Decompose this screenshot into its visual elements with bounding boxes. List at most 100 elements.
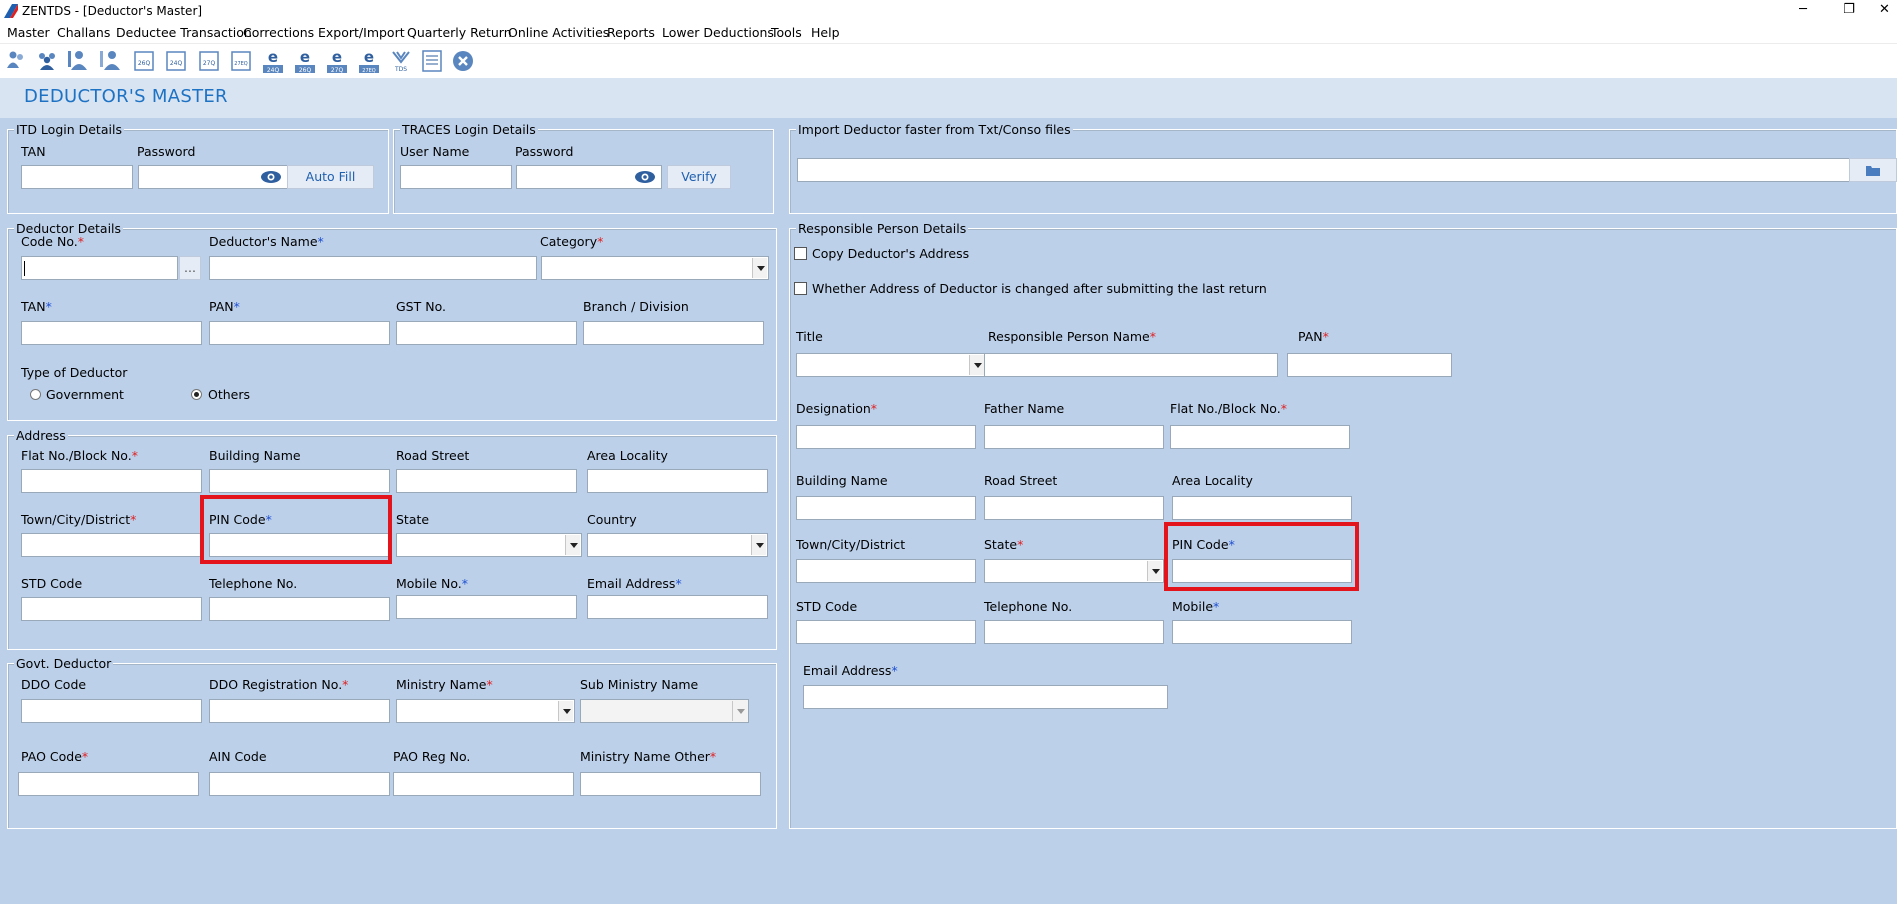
resp-email-input[interactable] [803, 685, 1168, 709]
chevron-down-icon [558, 701, 573, 721]
building-name-input[interactable] [209, 469, 390, 493]
show-password-eye-icon[interactable] [260, 170, 282, 184]
email-address-label: Email Address* [587, 576, 682, 591]
town-city-input[interactable] [21, 533, 202, 557]
close-window-button[interactable]: ✕ [1872, 0, 1897, 22]
import-deductor-group: Import Deductor faster from Txt/Conso fi… [789, 122, 1897, 214]
ddo-code-input[interactable] [21, 699, 202, 723]
users-group-icon[interactable] [35, 48, 59, 74]
e-24q-icon[interactable]: e24Q [261, 48, 285, 74]
minimize-button[interactable]: ─ [1780, 0, 1826, 22]
others-radio[interactable] [191, 389, 202, 400]
code-lookup-button[interactable]: ... [179, 256, 201, 280]
person-add-icon[interactable] [67, 48, 91, 74]
menu-tools[interactable]: Tools [771, 25, 802, 40]
government-radio[interactable] [30, 389, 41, 400]
copy-address-label: Copy Deductor's Address [812, 246, 970, 261]
father-name-input[interactable] [984, 425, 1164, 449]
country-select[interactable] [587, 533, 768, 557]
close-circle-icon[interactable] [451, 48, 475, 74]
resp-area-locality-input[interactable] [1172, 496, 1352, 520]
e-26q-icon[interactable]: e26Q [293, 48, 317, 74]
e-27eq-icon[interactable]: e 27EQ [357, 48, 381, 74]
menu-export-import[interactable]: Export/Import [318, 25, 405, 40]
menu-lower-deductions[interactable]: Lower Deductions [662, 25, 774, 40]
restore-button[interactable]: ❐ [1826, 0, 1872, 22]
ministry-name-select[interactable] [396, 699, 575, 723]
ddo-code-label: DDO Code [21, 677, 87, 692]
menu-master[interactable]: Master [7, 25, 50, 40]
area-locality-input[interactable] [587, 469, 768, 493]
code-no-input[interactable] [21, 256, 178, 280]
menu-corrections[interactable]: Corrections [243, 25, 314, 40]
form-24q-label: 24Q [170, 60, 183, 67]
road-street-input[interactable] [396, 469, 577, 493]
resp-mobile-input[interactable] [1172, 620, 1352, 644]
show-traces-password-eye-icon[interactable] [634, 170, 656, 184]
resp-telephone-label: Telephone No. [984, 599, 1073, 614]
resp-telephone-input[interactable] [984, 620, 1164, 644]
email-address-input[interactable] [587, 595, 768, 619]
deductor-name-input[interactable] [209, 256, 537, 280]
chevron-down-icon [751, 535, 766, 555]
browse-file-button[interactable] [1849, 158, 1897, 182]
ain-code-input[interactable] [209, 772, 390, 796]
form-24q-icon[interactable]: 24Q [164, 48, 188, 74]
resp-std-code-input[interactable] [796, 620, 976, 644]
deductor-pan-input[interactable] [209, 321, 390, 345]
address-changed-checkbox[interactable] [794, 282, 807, 295]
ddo-registration-input[interactable] [209, 699, 390, 723]
responsible-name-input[interactable] [984, 353, 1278, 377]
gst-label: GST No. [396, 299, 446, 314]
std-code-input[interactable] [21, 597, 202, 621]
traces-username-input[interactable] [400, 165, 512, 189]
code-no-label: Code No.* [21, 234, 84, 249]
resp-pin-code-highlight-box [1164, 522, 1359, 591]
category-select[interactable] [541, 256, 769, 280]
copy-address-checkbox[interactable] [794, 247, 807, 260]
resp-building-name-input[interactable] [796, 496, 976, 520]
designation-input[interactable] [796, 425, 976, 449]
itd-tan-input[interactable] [21, 165, 133, 189]
itd-tan-label: TAN [21, 144, 46, 159]
menu-challans[interactable]: Challans [57, 25, 110, 40]
resp-road-street-input[interactable] [984, 496, 1164, 520]
resp-flat-no-input[interactable] [1170, 425, 1350, 449]
sub-ministry-select[interactable] [580, 699, 749, 723]
flat-no-input[interactable] [21, 469, 202, 493]
tds-icon[interactable]: TDS [389, 48, 413, 74]
mobile-no-input[interactable] [396, 595, 577, 619]
resp-town-city-input[interactable] [796, 559, 976, 583]
deductor-name-label: Deductor's Name* [209, 234, 324, 249]
menu-deductee-transaction[interactable]: Deductee Transaction [116, 25, 252, 40]
ministry-name-other-label: Ministry Name Other* [580, 749, 717, 764]
pao-reg-input[interactable] [393, 772, 574, 796]
person-edit-icon[interactable] [99, 48, 123, 74]
verify-button[interactable]: Verify [667, 165, 731, 189]
menu-help[interactable]: Help [811, 25, 840, 40]
pao-code-input[interactable] [18, 772, 199, 796]
form-26q-icon[interactable]: 26Q [132, 48, 156, 74]
responsible-pan-input[interactable] [1287, 353, 1452, 377]
form-27q-icon[interactable]: 27Q [197, 48, 221, 74]
e-27q-icon[interactable]: e27Q [325, 48, 349, 74]
form-27eq-label: 27EQ [234, 61, 248, 67]
title-select[interactable] [796, 353, 986, 377]
menu-reports[interactable]: Reports [607, 25, 655, 40]
document-list-icon[interactable] [420, 48, 444, 74]
menu-quarterly-return[interactable]: Quarterly Return [407, 25, 512, 40]
menu-online-activities[interactable]: Online Activities [508, 25, 609, 40]
state-select[interactable] [396, 533, 582, 557]
gst-input[interactable] [396, 321, 577, 345]
auto-fill-button[interactable]: Auto Fill [287, 165, 374, 189]
ministry-name-other-input[interactable] [580, 772, 761, 796]
e-24q-label: 24Q [267, 67, 280, 74]
telephone-input[interactable] [209, 597, 390, 621]
deductor-tan-input[interactable] [21, 321, 202, 345]
resp-state-select[interactable] [984, 559, 1164, 583]
branch-input[interactable] [583, 321, 764, 345]
resp-email-label: Email Address* [803, 663, 898, 678]
form-27eq-icon[interactable]: 27EQ [229, 48, 253, 74]
import-file-path-input[interactable] [797, 158, 1853, 182]
users-icon[interactable] [4, 48, 28, 74]
